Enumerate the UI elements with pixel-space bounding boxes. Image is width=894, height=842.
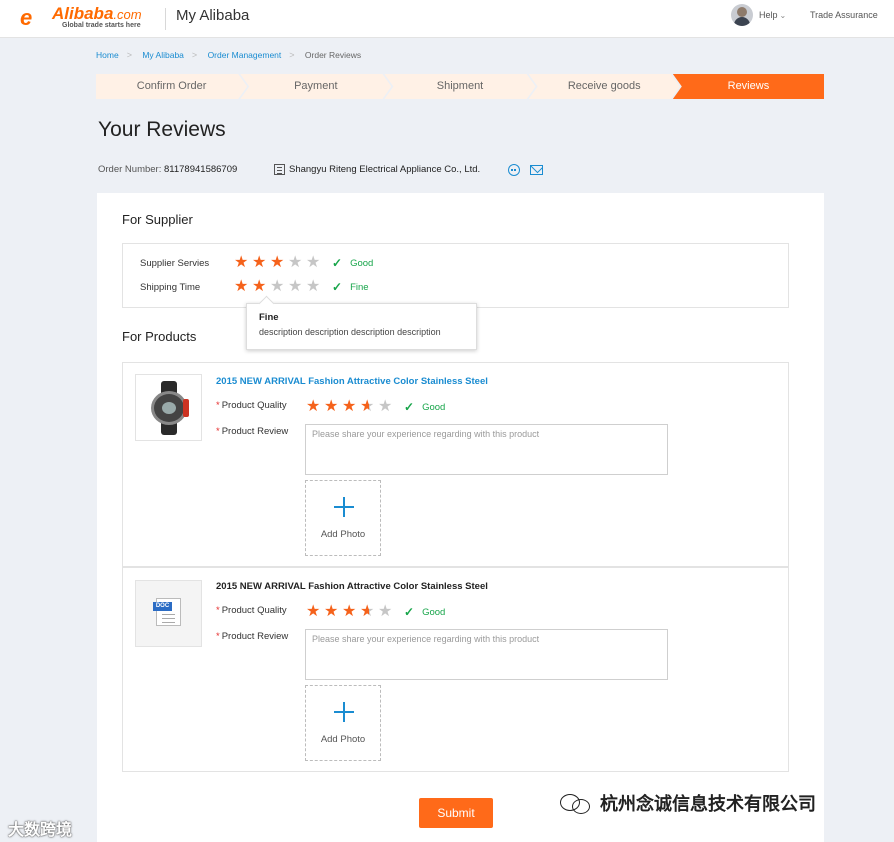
chevron-right-icon: > xyxy=(126,50,132,60)
breadcrumb-order-management[interactable]: Order Management xyxy=(208,50,282,60)
star-icon[interactable]: ★ xyxy=(270,255,288,271)
alibaba-logo[interactable]: e Alibaba.com Global trade starts here xyxy=(18,3,158,33)
step-receive-goods: Receive goods xyxy=(529,74,680,99)
star-rating[interactable]: ★ ★ ★ ★ ★ xyxy=(306,399,396,415)
breadcrumb-my-alibaba[interactable]: My Alibaba xyxy=(142,50,184,60)
submit-button[interactable]: Submit xyxy=(419,798,493,828)
product-review-input[interactable]: Please share your experience regarding w… xyxy=(305,629,668,680)
step-confirm-order: Confirm Order xyxy=(96,74,247,99)
product-review-item: DOC 2015 NEW ARRIVAL Fashion Attractive … xyxy=(122,567,789,772)
supplier-rating-box xyxy=(122,243,789,308)
shipping-time-rating-row: Shipping Time ★ ★ ★ ★ ★ ✓ Fine xyxy=(140,278,369,295)
star-icon[interactable]: ★ xyxy=(306,399,324,415)
watch-image xyxy=(149,381,189,435)
plus-icon xyxy=(334,702,354,722)
supplier-company[interactable]: Shangyu Riteng Electrical Appliance Co.,… xyxy=(274,164,480,175)
star-icon[interactable]: ★ xyxy=(324,399,342,415)
order-progress-steps: Confirm Order Payment Shipment Receive g… xyxy=(96,74,825,99)
product-quality-rating: ★ ★ ★ ★ ★ ✓ Good xyxy=(306,398,446,415)
star-icon[interactable]: ★ xyxy=(306,604,324,620)
help-menu[interactable]: Help ⌄ xyxy=(759,10,786,20)
mail-icon[interactable] xyxy=(530,165,543,175)
page-header-title: My Alibaba xyxy=(176,7,250,24)
breadcrumb-home[interactable]: Home xyxy=(96,50,119,60)
star-icon[interactable]: ★ xyxy=(288,255,306,271)
check-icon: ✓ xyxy=(404,605,415,619)
product-review-input[interactable]: Please share your experience regarding w… xyxy=(305,424,668,475)
star-icon[interactable]: ★ xyxy=(270,279,288,295)
product-review-item: 2015 NEW ARRIVAL Fashion Attractive Colo… xyxy=(122,362,789,567)
watermark-right: 杭州念诚信息技术有限公司 xyxy=(560,790,816,816)
chevron-right-icon: > xyxy=(289,50,295,60)
star-icon[interactable]: ★ xyxy=(378,604,396,620)
document-icon: DOC xyxy=(153,598,181,626)
rating-tooltip: Fine description description description… xyxy=(246,303,477,350)
star-icon[interactable]: ★ xyxy=(378,399,396,415)
star-half-icon[interactable]: ★ xyxy=(360,604,378,620)
product-review-label: * Product Review xyxy=(216,426,289,437)
check-icon: ✓ xyxy=(404,400,415,414)
check-icon: ✓ xyxy=(332,256,343,270)
top-bar: e Alibaba.com Global trade starts here M… xyxy=(0,0,894,38)
step-shipment: Shipment xyxy=(384,74,535,99)
chevron-right-icon: > xyxy=(191,50,198,60)
order-number: Order Number: 81178941586709 xyxy=(98,164,238,175)
star-rating[interactable]: ★ ★ ★ ★ ★ xyxy=(306,604,396,620)
products-section-title: For Products xyxy=(122,329,197,344)
star-icon[interactable]: ★ xyxy=(342,399,360,415)
add-photo-button[interactable]: Add Photo xyxy=(305,480,381,556)
breadcrumb-current: Order Reviews xyxy=(304,50,362,60)
building-icon xyxy=(274,164,285,175)
star-icon[interactable]: ★ xyxy=(306,255,324,271)
star-icon[interactable]: ★ xyxy=(252,279,270,295)
add-photo-button[interactable]: Add Photo xyxy=(305,685,381,761)
product-thumbnail[interactable] xyxy=(135,374,202,441)
star-icon[interactable]: ★ xyxy=(252,255,270,271)
alibaba-logo-icon: e xyxy=(20,5,33,30)
page-title: Your Reviews xyxy=(98,118,226,141)
product-quality-rating: ★ ★ ★ ★ ★ ✓ Good xyxy=(306,603,446,620)
header-divider xyxy=(165,8,166,30)
star-half-icon[interactable]: ★ xyxy=(360,399,378,415)
star-icon[interactable]: ★ xyxy=(342,604,360,620)
star-rating[interactable]: ★ ★ ★ ★ ★ xyxy=(234,279,324,295)
avatar[interactable] xyxy=(731,4,753,26)
supplier-service-rating-row: Supplier Servies ★ ★ ★ ★ ★ ✓ Good xyxy=(140,254,374,271)
star-icon[interactable]: ★ xyxy=(234,279,252,295)
step-reviews: Reviews xyxy=(672,74,825,99)
wechat-icon xyxy=(560,792,592,814)
supplier-section-title: For Supplier xyxy=(122,212,193,227)
watermark-left: 大数跨境 xyxy=(8,822,73,839)
trade-assurance-link[interactable]: Trade Assurance xyxy=(810,10,878,20)
star-rating[interactable]: ★ ★ ★ ★ ★ xyxy=(234,255,324,271)
chevron-down-icon: ⌄ xyxy=(779,11,787,20)
plus-icon xyxy=(334,497,354,517)
breadcrumb: Home > My Alibaba > Order Management > Orde… xyxy=(96,50,361,60)
chat-icon[interactable] xyxy=(508,164,520,176)
star-icon[interactable]: ★ xyxy=(324,604,342,620)
product-quality-label: * Product Quality xyxy=(216,605,287,616)
star-icon[interactable]: ★ xyxy=(306,279,324,295)
star-icon[interactable]: ★ xyxy=(288,279,306,295)
product-thumbnail[interactable]: DOC xyxy=(135,580,202,647)
product-review-label: * Product Review xyxy=(216,631,289,642)
product-quality-label: * Product Quality xyxy=(216,400,287,411)
step-payment: Payment xyxy=(240,74,391,99)
check-icon: ✓ xyxy=(332,280,343,294)
product-name[interactable]: 2015 NEW ARRIVAL Fashion Attractive Colo… xyxy=(216,581,488,592)
star-icon[interactable]: ★ xyxy=(234,255,252,271)
product-name-link[interactable]: 2015 NEW ARRIVAL Fashion Attractive Colo… xyxy=(216,376,488,387)
